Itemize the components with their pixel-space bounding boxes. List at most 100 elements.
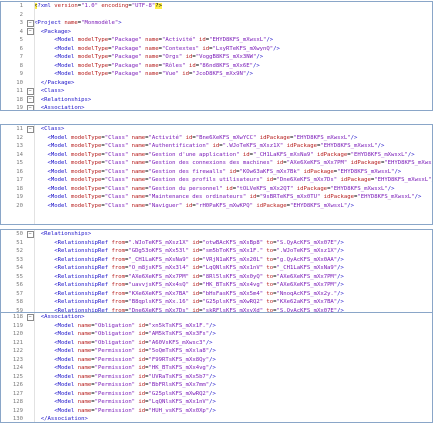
code-text[interactable]: <Model modelType="Class" name="Gestion d… (34, 185, 432, 194)
code-text[interactable]: <Model name="Permission" id="G25plsKFS_m… (34, 390, 432, 399)
code-line[interactable]: 52 <RelationshipRef from="GDg53oKFS_mXx5… (1, 247, 432, 256)
code-text[interactable]: <Relationships> (34, 96, 432, 105)
code-line[interactable]: 7 <Model modelType="Package" name="Orgs"… (1, 53, 432, 62)
code-line[interactable]: 119 <Model name="Obligation" id="xn5kTsK… (1, 322, 432, 331)
fold-toggle-icon[interactable]: − (26, 104, 34, 110)
code-text[interactable]: <Model name="Permission" id="BbFRlsKFS_m… (34, 381, 432, 390)
code-text[interactable]: <RelationshipRef from="O_m8jsKFS_mXx3l4"… (34, 264, 432, 273)
code-line[interactable]: 129 <Model name="Permission" id="HUH_vsK… (1, 407, 432, 416)
code-line[interactable]: 1 <?xml version="1.0" encoding="UTF-8"?> (1, 2, 432, 11)
code-line[interactable]: 127 <Model name="Permission" id="G25plsK… (1, 390, 432, 399)
code-line[interactable]: 8 <Model modelType="Package" name="Rôles… (1, 62, 432, 71)
code-text[interactable]: <Model modelType="Package" name="Vue" id… (34, 70, 432, 79)
code-line[interactable]: 2 (1, 11, 432, 20)
code-text[interactable]: <Model modelType="Class" name="Gestion d… (34, 151, 432, 160)
code-line[interactable]: 3− <Project name="Monmodèle"> (1, 19, 432, 28)
code-text[interactable]: <RelationshipRef from="AXe6XeKFS_mXx7PM"… (34, 273, 432, 282)
code-line[interactable]: 56 <RelationshipRef from="uavvjsKFS_mXx4… (1, 281, 432, 290)
code-text[interactable]: <Relationships> (34, 230, 432, 239)
code-text[interactable]: <Model modelType="Class" name="Authentif… (34, 142, 432, 151)
code-line[interactable]: 124 <Model name="Permission" id="HK_BTsK… (1, 364, 432, 373)
code-text[interactable]: <RelationshipRef from=".WJoTeKFS_mXsz1X"… (34, 239, 432, 248)
code-text[interactable]: <Class> (34, 125, 432, 134)
code-line[interactable]: 55 <RelationshipRef from="AXe6XeKFS_mXx7… (1, 273, 432, 282)
xml-tag-token: <Model (34, 356, 78, 363)
fold-toggle-icon[interactable]: − (26, 313, 34, 321)
editor-panel-association[interactable]: 118− <Association> 119 <Model name="Oblig… (0, 312, 433, 423)
fold-toggle-icon[interactable]: − (26, 87, 34, 95)
code-line[interactable]: 6 <Model modelType="Package" name="Conte… (1, 45, 432, 54)
code-text[interactable]: <RelationshipRef from="B8qplsKFS_mXx.16"… (34, 298, 432, 307)
fold-toggle-icon[interactable]: − (26, 230, 34, 238)
code-text[interactable]: <Class> (34, 87, 432, 96)
code-line[interactable]: 58 <RelationshipRef from="B8qplsKFS_mXx.… (1, 298, 432, 307)
editor-panel-class[interactable]: 11− <Class> 12 <Model modelType="Class" n… (0, 124, 433, 225)
code-line[interactable]: 126 <Model name="Permission" id="BbFRlsK… (1, 381, 432, 390)
code-text[interactable]: <Model modelType="Class" name="Activité"… (34, 134, 432, 143)
code-text[interactable]: <Association> (34, 313, 432, 322)
code-text[interactable]: <Model modelType="Package" name="Context… (34, 45, 432, 54)
code-text[interactable]: <Model modelType="Class" name="Naviguer"… (34, 202, 432, 211)
code-line[interactable]: 122 <Model name="Permission" id="5oQmTsK… (1, 347, 432, 356)
code-line[interactable]: 18− <Relationships> (1, 96, 432, 105)
code-text[interactable]: <Model name="Permission" id="HK_BTsKFS_m… (34, 364, 432, 373)
code-line[interactable]: 128 <Model name="Permission" id="LqQNlsK… (1, 398, 432, 407)
code-line[interactable]: 121 <Model name="Obligation" id="A60VsKF… (1, 339, 432, 348)
code-line[interactable]: 54 <RelationshipRef from="O_m8jsKFS_mXx3… (1, 264, 432, 273)
code-line[interactable]: 57 <RelationshipRef from="KXe6XeKFS_mXx7… (1, 290, 432, 299)
editor-panel-project[interactable]: 1 <?xml version="1.0" encoding="UTF-8"?> 2… (0, 1, 433, 111)
code-text[interactable]: <RelationshipRef from="_CH1LaKFS_mXsNa9"… (34, 256, 432, 265)
fold-toggle-icon[interactable]: − (26, 19, 34, 27)
code-text[interactable]: <Model name="Permission" id="HUH_vsKFS_m… (34, 407, 432, 416)
code-text[interactable]: <Model modelType="Class" name="Maintenan… (34, 193, 432, 202)
code-line[interactable]: 11− <Class> (1, 125, 432, 134)
code-line[interactable]: 120 <Model name="Obligation" id="AM5kTsK… (1, 330, 432, 339)
code-line[interactable]: 125 <Model name="Permission" id="UVRaTsK… (1, 373, 432, 382)
fold-toggle-icon[interactable]: − (26, 28, 34, 36)
code-text[interactable]: <Model modelType="Class" name="Gestion d… (34, 159, 432, 168)
code-text[interactable]: <Model name="Obligation" id="xn5kTsKFS_m… (34, 322, 432, 331)
code-text[interactable]: <RelationshipRef from="KXe6XeKFS_mXx7BA"… (34, 290, 432, 299)
code-text[interactable]: </Package> (34, 79, 432, 88)
code-text[interactable]: <Model modelType="Package" name="Rôles" … (34, 62, 432, 71)
fold-toggle-icon[interactable]: − (26, 96, 34, 104)
fold-toggle-icon[interactable]: − (26, 125, 34, 133)
code-line[interactable]: 50− <Relationships> (1, 230, 432, 239)
code-line[interactable]: 20 <Model modelType="Class" name="Navigu… (1, 202, 432, 211)
code-line[interactable]: 53 <RelationshipRef from="_CH1LaKFS_mXsN… (1, 256, 432, 265)
code-line[interactable]: 51 <RelationshipRef from=".WJoTeKFS_mXsz… (1, 239, 432, 248)
code-text[interactable]: <Project name="Monmodèle"> (34, 19, 432, 28)
code-line[interactable]: 5 <Model modelType="Package" name="Activ… (1, 36, 432, 45)
code-line[interactable]: 4− <Package> (1, 28, 432, 37)
code-text[interactable]: <Model modelType="Package" name="Orgs" i… (34, 53, 432, 62)
code-line[interactable]: 16 <Model modelType="Class" name="Gestio… (1, 168, 432, 177)
code-line[interactable]: 15 <Model modelType="Class" name="Gestio… (1, 159, 432, 168)
code-text[interactable]: <Model modelType="Class" name="Gestion d… (34, 176, 432, 185)
code-line[interactable]: 10 </Package> (1, 79, 432, 88)
code-text[interactable]: <Model modelType="Class" name="Gestion d… (34, 168, 432, 177)
code-text[interactable]: <Model modelType="Package" name="Activit… (34, 36, 432, 45)
code-text[interactable]: <Model name="Obligation" id="A60VsKFS_mX… (34, 339, 432, 348)
code-text[interactable]: <Model name="Obligation" id="AM5kTsKFS_m… (34, 330, 432, 339)
code-text[interactable]: <RelationshipRef from="uavvjsKFS_mXx4sQ"… (34, 281, 432, 290)
code-text[interactable]: <Model name="Permission" id="5oQmTsKFS_m… (34, 347, 432, 356)
code-line[interactable]: 19 <Model modelType="Class" name="Mainte… (1, 193, 432, 202)
code-text[interactable]: <?xml version="1.0" encoding="UTF-8"?> (34, 2, 432, 11)
code-text[interactable]: <Model name="Permission" id="LqQNlsKFS_m… (34, 398, 432, 407)
code-line[interactable]: 19− <Association> (1, 104, 432, 110)
code-line[interactable]: 14 <Model modelType="Class" name="Gestio… (1, 151, 432, 160)
code-text[interactable]: <RelationshipRef from="GDg53oKFS_mXx53l"… (34, 247, 432, 256)
code-line[interactable]: 118− <Association> (1, 313, 432, 322)
code-line[interactable]: 12 <Model modelType="Class" name="Activi… (1, 134, 432, 143)
code-line[interactable]: 11− <Class> (1, 87, 432, 96)
code-text[interactable]: <Association> (34, 104, 432, 110)
code-line[interactable]: 9 <Model modelType="Package" name="Vue" … (1, 70, 432, 79)
code-line[interactable]: 17 <Model modelType="Class" name="Gestio… (1, 176, 432, 185)
editor-panel-relationships[interactable]: 50− <Relationships> 51 <RelationshipRef f… (0, 229, 433, 316)
code-text[interactable]: <Model name="Permission" id="F99RTsKFS_m… (34, 356, 432, 365)
code-line[interactable]: 18 <Model modelType="Class" name="Gestio… (1, 185, 432, 194)
code-text[interactable]: <Model name="Permission" id="UVRaTsKFS_m… (34, 373, 432, 382)
code-line[interactable]: 13 <Model modelType="Class" name="Authen… (1, 142, 432, 151)
code-line[interactable]: 123 <Model name="Permission" id="F99RTsK… (1, 356, 432, 365)
code-text[interactable]: <Package> (34, 28, 432, 37)
